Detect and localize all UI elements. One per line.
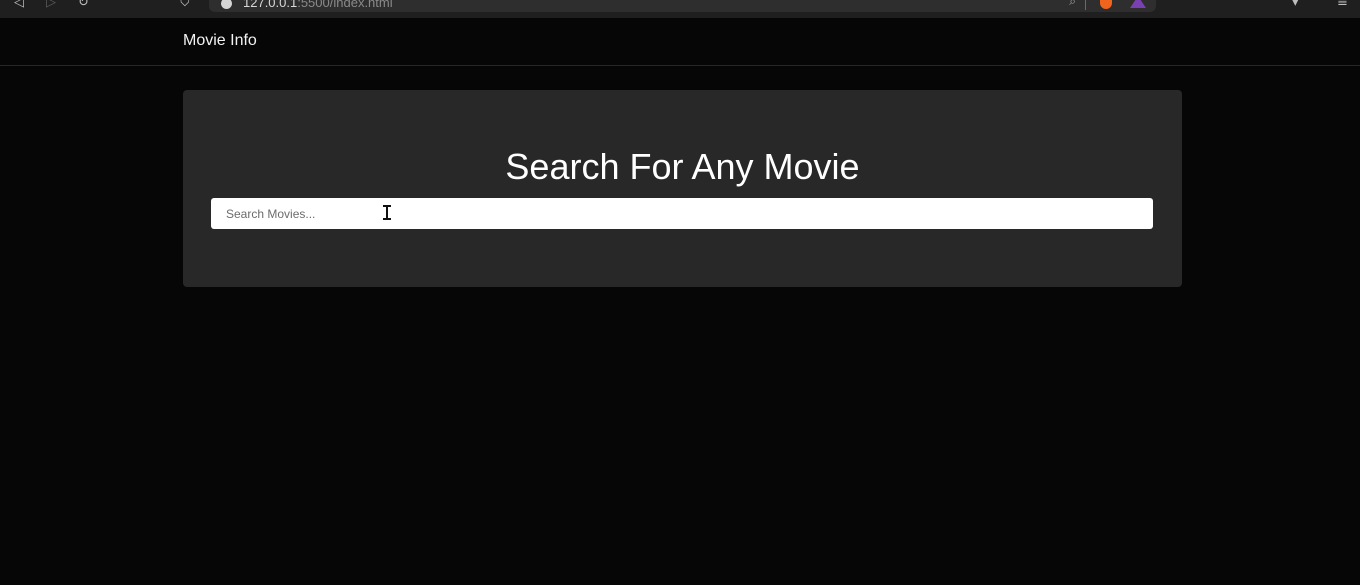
site-info-icon[interactable] <box>221 0 232 9</box>
bookmark-icon[interactable]: ⛉ <box>180 0 190 10</box>
browser-toolbar: ◁ ▷ ↻ ⛉ 127.0.0.1:5500/index.html ⌕ ▾ ≡ <box>0 0 1360 18</box>
menu-icon[interactable]: ≡ <box>1337 0 1348 10</box>
shields-icon[interactable] <box>1100 0 1112 9</box>
search-input[interactable] <box>211 198 1153 229</box>
text-cursor-icon <box>383 205 391 220</box>
navbar: Movie Info <box>0 18 1360 66</box>
zoom-icon[interactable]: ⌕ <box>1069 0 1076 9</box>
navbar-brand[interactable]: Movie Info <box>183 32 257 50</box>
url-path: :5500/index.html <box>297 0 393 10</box>
page-title: Search For Any Movie <box>505 146 860 187</box>
forward-icon[interactable]: ▷ <box>46 0 56 10</box>
back-icon[interactable]: ◁ <box>14 0 24 10</box>
search-panel: Search For Any Movie <box>183 90 1182 287</box>
divider <box>1085 0 1086 10</box>
dropdown-icon[interactable]: ▾ <box>1292 0 1299 10</box>
reload-icon[interactable]: ↻ <box>78 0 89 10</box>
url-host: 127.0.0.1 <box>243 0 298 10</box>
address-bar[interactable]: 127.0.0.1:5500/index.html ⌕ <box>209 0 1156 12</box>
rewards-icon[interactable] <box>1130 0 1146 8</box>
url-text: 127.0.0.1:5500/index.html <box>243 0 393 10</box>
